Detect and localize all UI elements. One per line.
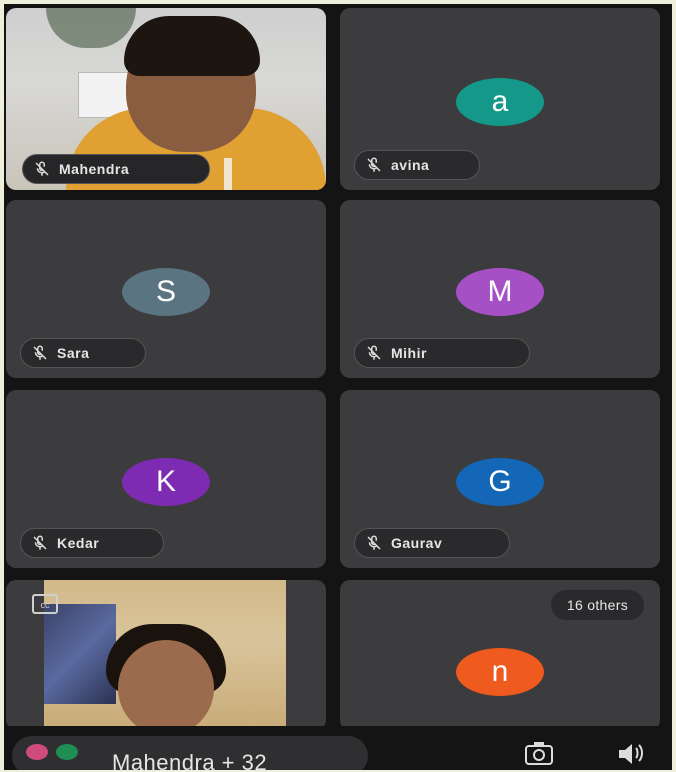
avatar-initial: n [491, 655, 509, 688]
mic-off-icon [367, 157, 381, 172]
participant-name-chip: Gaurav [354, 528, 510, 558]
mini-avatar [26, 744, 48, 760]
mic-off-icon [367, 345, 381, 360]
participant-name-chip: Mihir [354, 338, 530, 368]
participant-tile-gaurav[interactable]: G Gaurav [340, 390, 660, 568]
video-window-blind [44, 604, 116, 704]
participant-tile-mahendra[interactable]: Mahendra [6, 8, 326, 190]
others-count-chip[interactable]: 16 others [550, 590, 644, 620]
participant-tile-others[interactable]: 16 others n [340, 580, 660, 730]
bottom-bar: Mahendra + 32 [4, 726, 672, 770]
participant-name: Mahendra [59, 161, 130, 177]
participant-name-chip: Kedar [20, 528, 164, 558]
participant-name: Sara [57, 345, 90, 361]
participant-avatar: a [456, 78, 544, 126]
participant-tile-kedar[interactable]: K Kedar [6, 390, 326, 568]
audio-output-icon[interactable] [616, 740, 646, 766]
mini-avatar [56, 744, 78, 760]
participant-name-chip: Sara [20, 338, 146, 368]
participant-tile-sara[interactable]: S Sara [6, 200, 326, 378]
participant-tile-video[interactable]: cc [6, 580, 326, 730]
avatar-initial: M [487, 275, 513, 308]
participant-name: Gaurav [391, 535, 443, 551]
avatar-initial: a [491, 85, 509, 118]
participant-avatar: n [456, 648, 544, 696]
mic-off-icon [33, 345, 47, 360]
closed-captions-icon[interactable]: cc [32, 594, 58, 614]
avatar-initial: S [155, 275, 176, 308]
video-person-hair [124, 16, 260, 76]
participant-name: avina [391, 157, 430, 173]
mic-off-icon [367, 535, 381, 550]
camera-flip-icon[interactable] [524, 740, 554, 766]
participant-name: Kedar [57, 535, 100, 551]
svg-text:cc: cc [41, 600, 51, 610]
participant-name: Mihir [391, 345, 427, 361]
participant-name-chip: Mahendra [22, 154, 210, 184]
participants-pill[interactable]: Mahendra + 32 [12, 736, 368, 770]
avatar-initial: K [155, 465, 176, 498]
participant-avatar: G [456, 458, 544, 506]
mic-off-icon [33, 535, 47, 550]
meeting-grid: Mahendra a avina S Sara M Mihir K Kedar … [4, 4, 672, 770]
participant-avatar: M [456, 268, 544, 316]
participant-avatar: S [122, 268, 210, 316]
video-person-face [118, 640, 214, 730]
avatar-initial: G [488, 465, 512, 498]
participant-name-chip: avina [354, 150, 480, 180]
background-plant [46, 8, 136, 48]
presenter-label: Mahendra + 32 [112, 750, 268, 770]
mic-off-icon [35, 161, 49, 176]
video-person-strap [224, 158, 232, 190]
participant-tile-mihir[interactable]: M Mihir [340, 200, 660, 378]
participant-avatar: K [122, 458, 210, 506]
participant-tile-avina[interactable]: a avina [340, 8, 660, 190]
